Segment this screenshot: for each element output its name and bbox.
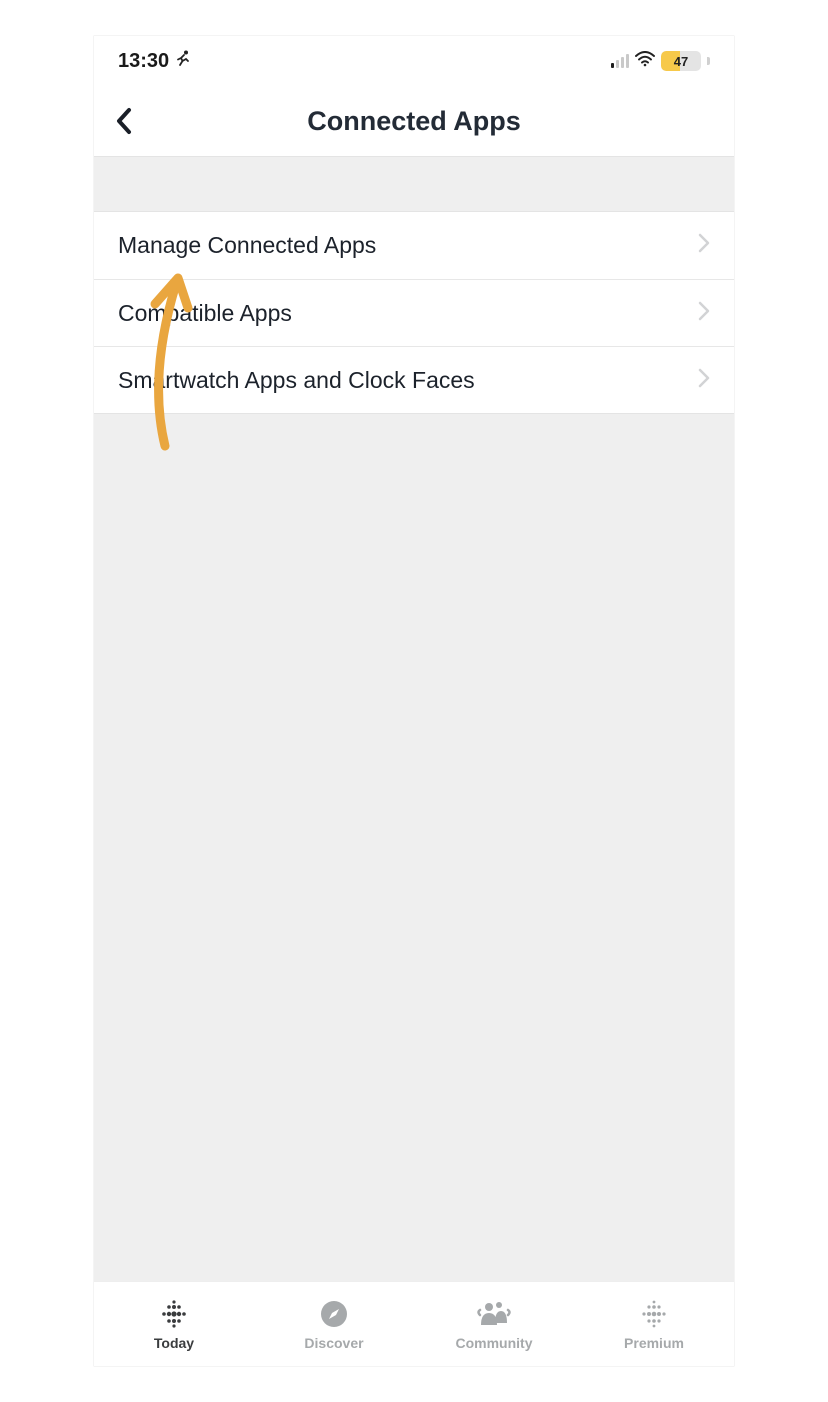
chevron-right-icon [698,368,710,393]
wifi-icon [635,51,655,72]
chevron-right-icon [698,233,710,258]
chevron-left-icon [115,107,133,135]
settings-list: Manage Connected Apps Compatible Apps Sm… [94,212,734,413]
fitbit-dots-icon [157,1297,191,1331]
tab-premium[interactable]: Premium [574,1282,734,1366]
cellular-signal-icon [611,54,629,68]
phone-screen: 13:30 47 [94,36,734,1366]
status-time: 13:30 [118,50,169,73]
tab-bar: Today Discover [94,1281,734,1366]
status-bar: 13:30 47 [94,36,734,86]
tab-label: Premium [624,1335,684,1351]
people-icon [477,1297,511,1331]
status-left: 13:30 [118,50,191,73]
list-item-label: Smartwatch Apps and Clock Faces [118,367,475,394]
list-item-manage-connected-apps[interactable]: Manage Connected Apps [94,212,734,279]
chevron-right-icon [698,301,710,326]
status-right: 47 [611,51,710,72]
tab-label: Today [154,1335,194,1351]
section-gap [94,156,734,212]
running-icon [175,50,191,73]
tab-community[interactable]: Community [414,1282,574,1366]
back-button[interactable] [104,101,144,141]
empty-content-area [94,413,734,1281]
list-item-smartwatch-apps[interactable]: Smartwatch Apps and Clock Faces [94,346,734,413]
list-item-label: Manage Connected Apps [118,232,376,259]
tab-label: Discover [304,1335,363,1351]
battery-icon: 47 [661,51,701,71]
page-title: Connected Apps [307,106,521,137]
nav-header: Connected Apps [94,86,734,156]
fitbit-dots-outline-icon [637,1297,671,1331]
tab-label: Community [456,1335,533,1351]
list-item-compatible-apps[interactable]: Compatible Apps [94,279,734,346]
list-item-label: Compatible Apps [118,300,292,327]
compass-icon [317,1297,351,1331]
tab-discover[interactable]: Discover [254,1282,414,1366]
battery-level: 47 [674,54,688,69]
tab-today[interactable]: Today [94,1282,254,1366]
